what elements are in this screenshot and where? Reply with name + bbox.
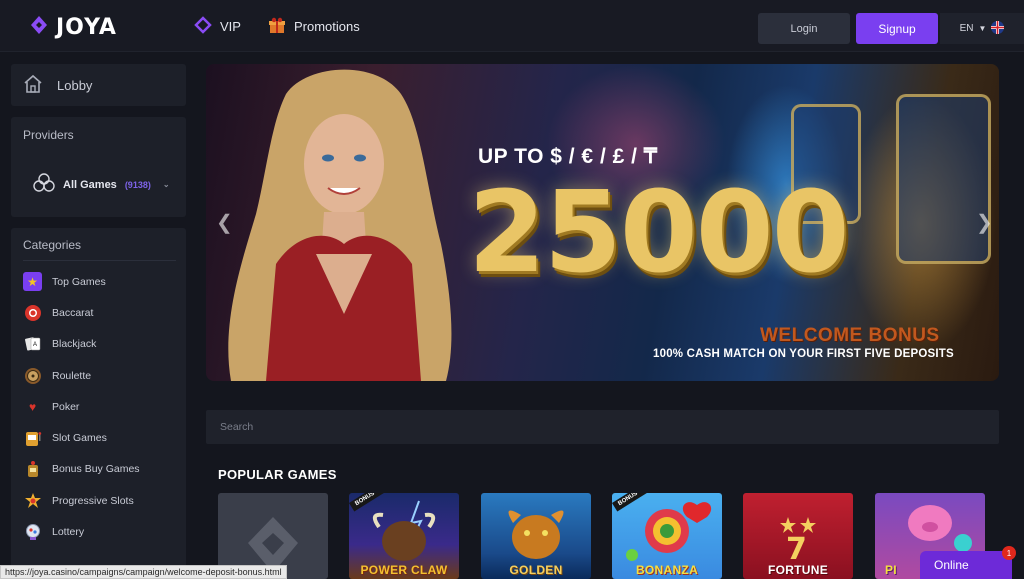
top-header: JOYA VIP Promotions Login Signup EN ▼	[0, 0, 1024, 52]
category-label: Poker	[52, 400, 80, 413]
game-tile-golden-dragon[interactable]: GOLDEN	[481, 493, 591, 579]
all-games-count: (9138)	[124, 179, 151, 190]
sidebar-item-blackjack[interactable]: A Blackjack	[23, 329, 140, 360]
category-label: Top Games	[52, 275, 106, 288]
nav-vip-label: VIP	[220, 19, 241, 34]
lobby-label: Lobby	[57, 77, 93, 93]
uk-flag-icon	[991, 20, 1005, 37]
nav-promotions-label: Promotions	[294, 19, 360, 34]
slot-machine-icon	[23, 429, 42, 448]
category-label: Slot Games	[52, 432, 107, 445]
sidebar-item-progressive-slots[interactable]: Progressive Slots	[23, 485, 140, 516]
signup-button[interactable]: Signup	[856, 13, 938, 44]
bonus-buy-icon	[23, 460, 42, 479]
category-label: Roulette	[52, 369, 92, 382]
language-selector[interactable]: EN ▼	[940, 13, 1024, 44]
banner-amount: 25000	[468, 168, 850, 298]
popular-games-title: POPULAR GAMES	[218, 467, 337, 482]
hostess-image	[216, 64, 466, 381]
category-label: Baccarat	[52, 306, 94, 319]
language-code: EN	[959, 23, 974, 34]
providers-title: Providers	[23, 128, 74, 142]
sidebar-item-lobby[interactable]: Lobby	[11, 64, 186, 106]
nav-vip[interactable]: VIP	[194, 16, 241, 37]
categories-list: ★ Top Games Baccarat A Blackjack Roulett…	[23, 266, 140, 548]
all-games-label: All Games	[63, 178, 117, 191]
spade-logo-icon	[28, 14, 50, 41]
browser-status-url: https://joya.casino/campaigns/campaign/w…	[0, 565, 287, 579]
sidebar-item-lottery[interactable]: Lottery	[23, 516, 140, 547]
gift-icon	[268, 16, 286, 37]
sidebar-item-baccarat[interactable]: Baccarat	[23, 297, 140, 328]
progressive-icon	[23, 491, 42, 510]
sidebar-item-top-games[interactable]: ★ Top Games	[23, 266, 140, 297]
svg-text:A: A	[33, 342, 37, 348]
slot-machine-graphic	[896, 94, 991, 264]
game-title: BONANZA	[635, 563, 699, 577]
sidebar-item-poker[interactable]: ♥ Poker	[23, 391, 140, 422]
categories-panel: Categories ★ Top Games Baccarat A Blackj…	[11, 228, 186, 579]
nav-promotions[interactable]: Promotions	[268, 16, 360, 37]
providers-dropdown[interactable]: All Games (9138) ⌄	[33, 173, 170, 196]
login-button[interactable]: Login	[758, 13, 850, 44]
game-title: FORTUNE	[767, 563, 829, 577]
banner-up-to-text: UP TO $ / € / £ / ₸	[478, 145, 658, 168]
chevron-down-icon: ▼	[978, 24, 987, 33]
sidebar-item-bonus-buy-games[interactable]: Bonus Buy Games	[23, 454, 140, 485]
banner-next-arrow-icon[interactable]: ❯	[976, 210, 993, 235]
category-label: Blackjack	[52, 338, 97, 351]
category-label: Bonus Buy Games	[52, 463, 140, 476]
game-tile-buffalo-power-claw[interactable]: BONUS BUY POWER CLAW	[349, 493, 459, 579]
game-title: GOLDEN	[509, 563, 563, 577]
search-input[interactable]	[206, 410, 999, 444]
roulette-icon	[23, 366, 42, 385]
categories-title: Categories	[23, 238, 82, 252]
svg-text:7: 7	[786, 532, 807, 567]
game-tile-fortune[interactable]: 7 FORTUNE	[743, 493, 853, 579]
game-title: POWER CLAW	[360, 563, 448, 577]
banner-subline: 100% CASH MATCH ON YOUR FIRST FIVE DEPOS…	[653, 348, 954, 360]
brand-logo[interactable]: JOYA	[28, 14, 117, 41]
cards-icon: A	[23, 335, 42, 354]
star-icon: ★	[23, 272, 42, 292]
game-tile-bonanza-billion[interactable]: BONUS BUY BONANZA	[612, 493, 722, 579]
chevron-down-icon: ⌄	[162, 180, 170, 189]
banner-prev-arrow-icon[interactable]: ❮	[216, 210, 233, 235]
brand-name: JOYA	[56, 15, 117, 40]
welcome-bonus-banner[interactable]: ❮ ❯ UP TO $ / € / £ / ₸ 25000 WELCOME BO…	[206, 64, 999, 381]
lottery-icon	[23, 523, 42, 542]
providers-panel: Providers All Games (9138) ⌄	[11, 117, 186, 217]
home-icon	[23, 74, 43, 97]
category-label: Progressive Slots	[52, 494, 134, 507]
banner-welcome-bonus: WELCOME BONUS	[760, 325, 940, 346]
category-label: Lottery	[52, 526, 85, 539]
sidebar-item-slot-games[interactable]: Slot Games	[23, 422, 140, 453]
categories-divider	[23, 260, 176, 261]
providers-circles-icon	[33, 173, 55, 196]
chat-notification-badge: 1	[1002, 546, 1016, 560]
poker-icon: ♥	[28, 399, 37, 414]
chip-icon	[23, 303, 42, 322]
online-chat-button[interactable]: Online	[920, 551, 1012, 579]
sidebar-item-roulette[interactable]: Roulette	[23, 360, 140, 391]
vip-icon	[194, 16, 212, 37]
